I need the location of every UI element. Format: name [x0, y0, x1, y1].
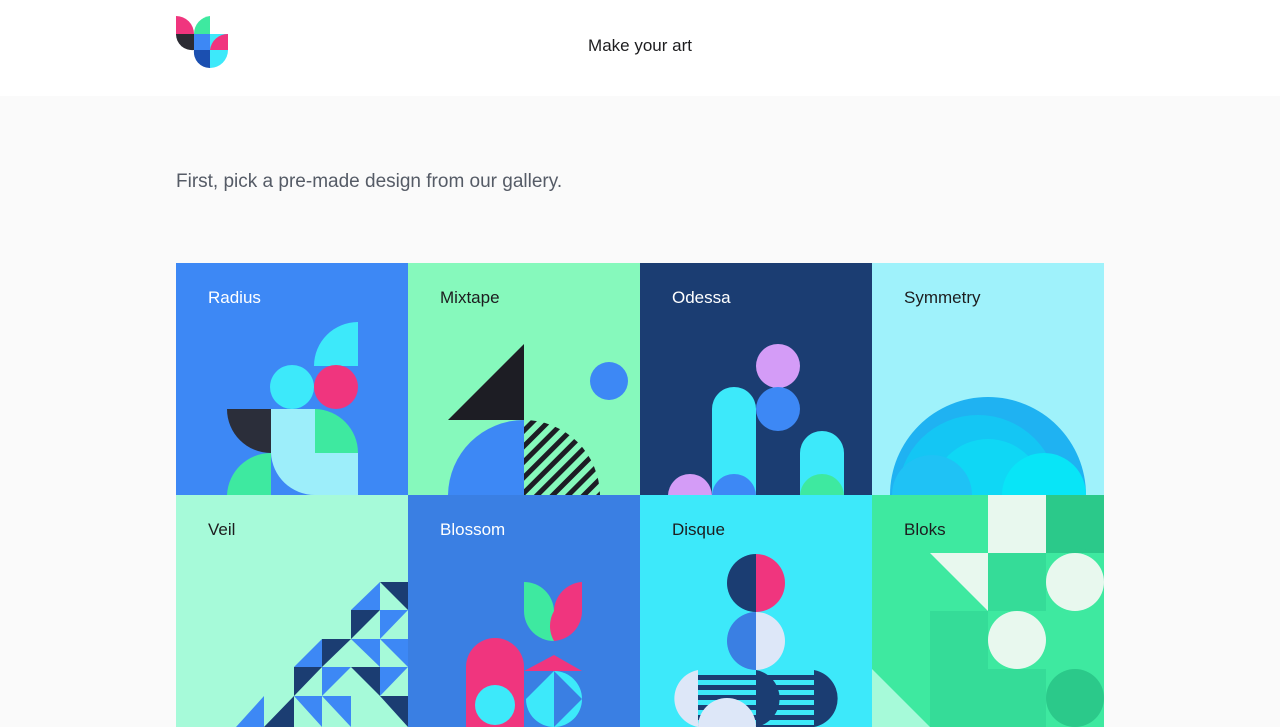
card-label: Symmetry	[904, 288, 981, 307]
top-header: Make your art	[0, 0, 1280, 96]
design-card-odessa[interactable]: Odessa	[640, 263, 872, 495]
design-card-radius[interactable]: Radius	[176, 263, 408, 495]
card-label: Blossom	[440, 520, 506, 539]
card-label: Mixtape	[440, 288, 500, 307]
card-label: Radius	[208, 288, 261, 307]
design-card-symmetry[interactable]: Symmetry	[872, 263, 1104, 495]
intro-text: First, pick a pre-made design from our g…	[176, 171, 563, 192]
design-card-disque[interactable]: Disque	[640, 495, 872, 727]
header-title: Make your art	[588, 36, 692, 55]
design-card-blossom[interactable]: Blossom	[408, 495, 640, 727]
card-label: Bloks	[904, 520, 946, 539]
card-label: Disque	[672, 520, 725, 539]
design-gallery: Radius Mixtape Odessa Symmetry Veil Blos…	[176, 263, 1104, 727]
design-card-mixtape[interactable]: Mixtape	[408, 263, 640, 495]
card-label: Veil	[208, 520, 236, 539]
design-card-bloks[interactable]: Bloks	[872, 495, 1104, 727]
card-label: Odessa	[672, 288, 731, 307]
design-card-veil[interactable]: Veil	[176, 495, 408, 727]
